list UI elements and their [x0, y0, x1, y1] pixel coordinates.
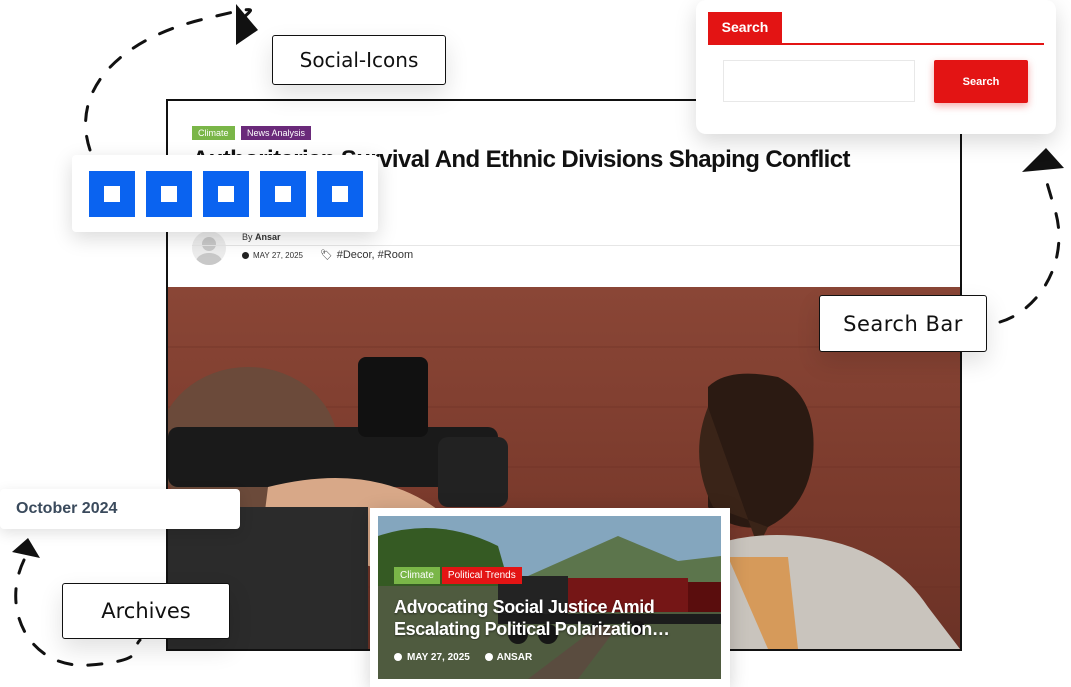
author-byline: By Ansar — [242, 232, 281, 242]
post-title[interactable]: Advocating Social Justice Amid Escalatin… — [394, 596, 714, 640]
social-icon-2[interactable] — [146, 171, 192, 217]
user-icon — [484, 653, 493, 661]
tag-icon: 🏷 — [320, 249, 333, 261]
post-category-climate[interactable]: Climate — [394, 567, 440, 584]
featured-post-card[interactable]: Climate Political Trends Advocating Soci… — [370, 508, 730, 687]
post-author[interactable]: ANSAR — [497, 652, 533, 663]
author-avatar[interactable] — [192, 231, 226, 265]
category-climate[interactable]: Climate — [192, 126, 235, 140]
article-date-text: MAY 27, 2025 — [253, 251, 303, 260]
clock-icon — [394, 653, 402, 661]
article-tags: 🏷 #Decor, #Room — [320, 249, 413, 261]
archive-item-october-2024[interactable]: October 2024 — [0, 489, 240, 529]
author-name[interactable]: Ansar — [255, 232, 281, 242]
article-tags-text[interactable]: #Decor, #Room — [337, 249, 413, 261]
social-icon-4[interactable] — [260, 171, 306, 217]
article-categories: Climate News Analysis — [192, 123, 311, 141]
search-input[interactable] — [723, 60, 915, 102]
social-icon-3[interactable] — [203, 171, 249, 217]
category-news-analysis[interactable]: News Analysis — [240, 126, 311, 140]
post-date: MAY 27, 2025 — [407, 652, 470, 663]
post-title-line-1: Advocating Social Justice Amid — [394, 597, 655, 617]
search-title-underline — [708, 43, 1044, 45]
article-date: MAY 27, 2025 — [242, 251, 303, 260]
post-category-political-trends[interactable]: Political Trends — [441, 567, 522, 584]
social-icon-5[interactable] — [317, 171, 363, 217]
social-icons-widget — [72, 155, 378, 232]
search-widget: Search Search — [696, 0, 1056, 134]
post-meta: MAY 27, 2025 ANSAR — [394, 652, 532, 663]
social-icons-callout: Social-Icons — [272, 35, 446, 85]
post-featured-image[interactable]: Climate Political Trends Advocating Soci… — [378, 516, 721, 679]
clock-icon — [242, 252, 249, 259]
search-widget-title: Search — [708, 12, 782, 44]
by-prefix: By — [242, 232, 253, 242]
post-title-line-2: Escalating Political Polarization… — [394, 619, 670, 639]
search-button[interactable]: Search — [934, 60, 1028, 103]
meta-divider — [192, 245, 960, 246]
search-bar-callout: Search Bar — [819, 295, 987, 352]
archives-callout: Archives — [62, 583, 230, 639]
social-icon-1[interactable] — [89, 171, 135, 217]
post-categories: Climate Political Trends — [394, 567, 522, 584]
